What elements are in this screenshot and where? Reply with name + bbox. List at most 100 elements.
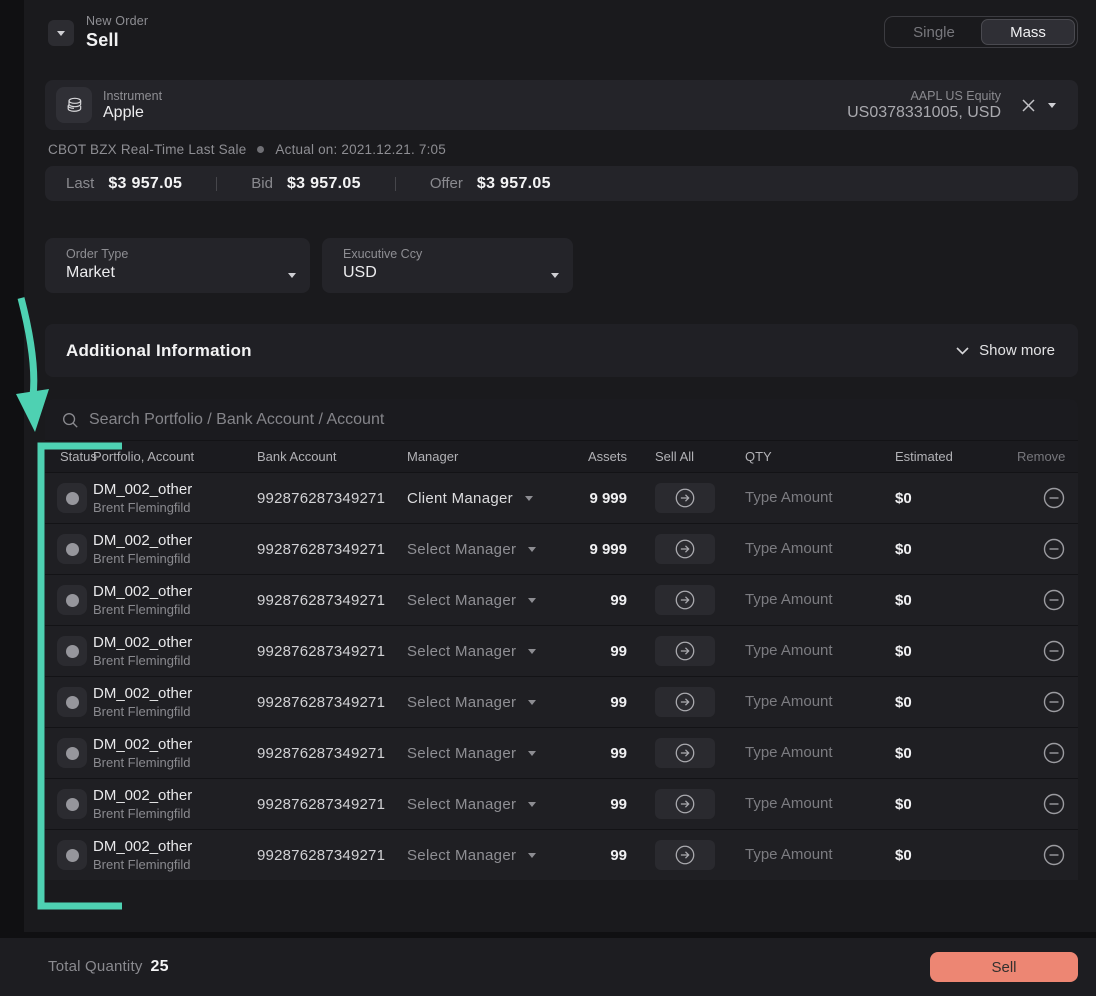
additional-information-bar: Additional Information Show more	[45, 324, 1078, 377]
portfolio-name: DM_002_other	[93, 787, 257, 804]
field-value: USD	[343, 264, 422, 282]
caret-down-icon	[528, 598, 536, 603]
mode-single-button[interactable]: Single	[887, 19, 981, 45]
sell-all-button[interactable]	[655, 738, 715, 768]
col-qty: QTY	[745, 449, 895, 464]
manager-select[interactable]: Select Manager	[407, 643, 575, 660]
bank-account-number: 992876287349271	[257, 541, 407, 558]
assets-value: 9 999	[575, 541, 627, 558]
arrow-right-circle-icon	[674, 487, 696, 509]
qty-input[interactable]	[745, 744, 865, 761]
status-indicator	[57, 636, 87, 666]
price-value: $3 957.05	[108, 175, 182, 193]
manager-select[interactable]: Client Manager	[407, 490, 575, 507]
chevron-down-icon	[956, 347, 969, 355]
show-more-button[interactable]: Show more	[956, 342, 1055, 359]
table-row: DM_002_other Brent Flemingfild 992876287…	[45, 727, 1078, 778]
clear-instrument-button[interactable]	[1015, 92, 1042, 119]
assets-value: 99	[575, 745, 627, 762]
instrument-isin: US0378331005, USD	[847, 104, 1001, 122]
remove-button[interactable]	[1042, 588, 1066, 612]
mode-toggle: Single Mass	[884, 16, 1078, 48]
manager-select[interactable]: Select Manager	[407, 847, 575, 864]
sell-all-button[interactable]	[655, 585, 715, 615]
portfolio-name: DM_002_other	[93, 634, 257, 651]
price-label: Last	[66, 175, 94, 192]
arrow-right-circle-icon	[674, 742, 696, 764]
col-assets: Assets	[575, 449, 627, 464]
table-row: DM_002_other Brent Flemingfild 992876287…	[45, 676, 1078, 727]
caret-down-icon	[551, 273, 559, 278]
col-bank: Bank Account	[257, 449, 407, 464]
account-owner: Brent Flemingfild	[93, 551, 257, 566]
remove-button[interactable]	[1042, 741, 1066, 765]
instrument-card: Instrument Apple AAPL US Equity US037833…	[45, 80, 1078, 130]
table-header: Status Portfolio, Account Bank Account M…	[45, 441, 1078, 472]
manager-select[interactable]: Select Manager	[407, 745, 575, 762]
estimated-value: $0	[895, 490, 1017, 507]
order-side-title: Sell	[86, 30, 148, 51]
estimated-value: $0	[895, 847, 1017, 864]
price-offer: Offer $3 957.05	[430, 175, 551, 193]
qty-input[interactable]	[745, 846, 865, 863]
total-quantity-value: 25	[151, 958, 169, 975]
qty-input[interactable]	[745, 693, 865, 710]
price-label: Offer	[430, 175, 463, 192]
remove-button[interactable]	[1042, 639, 1066, 663]
remove-button[interactable]	[1042, 690, 1066, 714]
status-dot-icon	[66, 594, 79, 607]
portfolio-name: DM_002_other	[93, 532, 257, 549]
market-actual-on: Actual on: 2021.12.21. 7:05	[275, 142, 446, 157]
bank-account-number: 992876287349271	[257, 796, 407, 813]
bank-account-number: 992876287349271	[257, 694, 407, 711]
executive-ccy-select[interactable]: Exucutive Ccy USD	[322, 238, 573, 293]
table-row: DM_002_other Brent Flemingfild 992876287…	[45, 523, 1078, 574]
qty-input[interactable]	[745, 540, 865, 557]
sell-all-button[interactable]	[655, 483, 715, 513]
status-dot-icon	[66, 543, 79, 556]
remove-button[interactable]	[1042, 792, 1066, 816]
price-bid: Bid $3 957.05	[251, 175, 361, 193]
manager-value: Select Manager	[407, 796, 516, 813]
caret-down-icon	[528, 700, 536, 705]
sell-button[interactable]: Sell	[930, 952, 1078, 982]
assets-value: 99	[575, 694, 627, 711]
mode-mass-button[interactable]: Mass	[981, 19, 1075, 45]
order-type-select[interactable]: Order Type Market	[45, 238, 310, 293]
account-owner: Brent Flemingfild	[93, 806, 257, 821]
qty-input[interactable]	[745, 795, 865, 812]
remove-button[interactable]	[1042, 537, 1066, 561]
sell-all-button[interactable]	[655, 840, 715, 870]
qty-input[interactable]	[745, 642, 865, 659]
caret-down-icon	[528, 649, 536, 654]
sell-all-button[interactable]	[655, 534, 715, 564]
order-side-dropdown-button[interactable]	[48, 20, 74, 46]
sell-all-button[interactable]	[655, 789, 715, 819]
caret-down-icon	[1048, 103, 1056, 108]
manager-select[interactable]: Select Manager	[407, 592, 575, 609]
total-quantity: Total Quantity25	[48, 958, 169, 976]
arrow-right-circle-icon	[674, 538, 696, 560]
qty-input[interactable]	[745, 591, 865, 608]
minus-circle-icon	[1042, 486, 1066, 510]
manager-select[interactable]: Select Manager	[407, 694, 575, 711]
sell-all-button[interactable]	[655, 636, 715, 666]
search-input[interactable]	[89, 411, 1062, 429]
instrument-coins-icon	[56, 87, 92, 123]
remove-button[interactable]	[1042, 843, 1066, 867]
caret-down-icon	[288, 273, 296, 278]
manager-select[interactable]: Select Manager	[407, 796, 575, 813]
status-dot-icon	[66, 696, 79, 709]
remove-button[interactable]	[1042, 486, 1066, 510]
arrow-right-circle-icon	[674, 589, 696, 611]
status-indicator	[57, 687, 87, 717]
estimated-value: $0	[895, 796, 1017, 813]
portfolio-name: DM_002_other	[93, 481, 257, 498]
search-bar	[45, 399, 1078, 441]
qty-input[interactable]	[745, 489, 865, 506]
estimated-value: $0	[895, 745, 1017, 762]
manager-select[interactable]: Select Manager	[407, 541, 575, 558]
instrument-dropdown-button[interactable]	[1042, 97, 1062, 114]
field-value: Market	[66, 264, 128, 282]
sell-all-button[interactable]	[655, 687, 715, 717]
